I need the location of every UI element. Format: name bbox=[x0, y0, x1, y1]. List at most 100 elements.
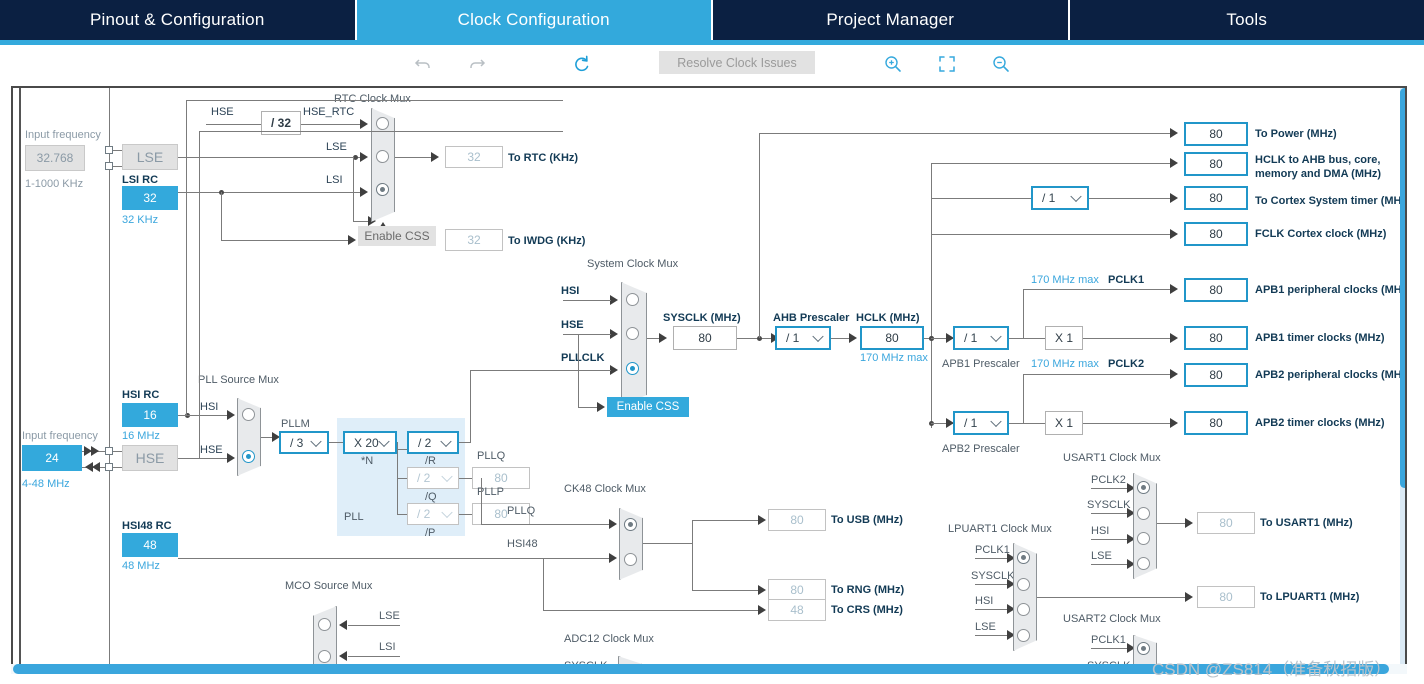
sysclk-css-branch-arrow bbox=[597, 402, 605, 412]
usart1-mux-option-pclk2[interactable] bbox=[1137, 481, 1150, 494]
to-rng-arrow bbox=[758, 585, 766, 595]
rtc-hse-wire-in bbox=[206, 124, 261, 125]
canvas-vertical-scroll-thumb[interactable] bbox=[1400, 88, 1405, 488]
usart2-mux-option-pclk1[interactable] bbox=[1137, 642, 1150, 655]
apb2-periph-value[interactable]: 80 bbox=[1184, 363, 1248, 387]
clock-tree-diagram: Input frequency 32.768 1-1000 KHz LSE LS… bbox=[13, 88, 1405, 672]
tab-clock-configuration[interactable]: Clock Configuration bbox=[356, 0, 713, 40]
to-usart1-value[interactable]: 80 bbox=[1197, 512, 1255, 534]
pllp-out-wire bbox=[459, 514, 473, 515]
lse-input-frequency-field[interactable]: 32.768 bbox=[25, 145, 85, 171]
pllr-sublabel: /R bbox=[425, 455, 436, 467]
rtc-lse-wire bbox=[178, 157, 361, 158]
lpuart1-mux-option-sysclk[interactable] bbox=[1017, 578, 1030, 591]
plln-dropdown[interactable]: X 20 bbox=[343, 431, 397, 454]
mco-mux-option-lse[interactable] bbox=[318, 618, 331, 631]
fit-to-screen-icon[interactable] bbox=[933, 50, 961, 78]
pllclk-riser bbox=[470, 370, 471, 442]
hclk-ahb-value[interactable]: 80 bbox=[1184, 152, 1248, 176]
clock-tree-canvas[interactable]: Input frequency 32.768 1-1000 KHz LSE LS… bbox=[11, 86, 1407, 674]
cortex-systimer-value[interactable]: 80 bbox=[1184, 186, 1248, 210]
hclk-value[interactable]: 80 bbox=[860, 326, 924, 350]
canvas-vertical-scrollbar[interactable] bbox=[1400, 88, 1405, 672]
pllr-dropdown[interactable]: / 2 bbox=[407, 431, 459, 454]
hsi-feed-vertical bbox=[186, 100, 187, 415]
rtc-lsi-arrow bbox=[360, 187, 368, 197]
cortex-systick-prescaler-dropdown[interactable]: / 1 bbox=[1031, 186, 1089, 210]
hsi-rc-value[interactable]: 16 bbox=[122, 403, 178, 427]
lsi-rc-title: LSI RC bbox=[122, 174, 159, 186]
redo-icon[interactable] bbox=[463, 50, 491, 78]
zoom-out-icon[interactable] bbox=[987, 50, 1015, 78]
hclk-to-fclk-wire bbox=[931, 234, 1174, 235]
pll-src-option-hsi[interactable] bbox=[242, 408, 255, 421]
rtc-mux-option-hse-rtc[interactable] bbox=[376, 117, 389, 130]
lpuart1-mux-option-pclk1[interactable] bbox=[1017, 551, 1030, 564]
hse-oscillator-box[interactable]: HSE bbox=[122, 445, 178, 471]
usart1-mux-option-hsi[interactable] bbox=[1137, 532, 1150, 545]
lpuart1-mux-option-lse[interactable] bbox=[1017, 629, 1030, 642]
fclk-value[interactable]: 80 bbox=[1184, 222, 1248, 246]
sysclk-value[interactable]: 80 bbox=[673, 326, 737, 350]
to-crs-value[interactable]: 48 bbox=[768, 599, 826, 621]
to-power-value[interactable]: 80 bbox=[1184, 122, 1248, 146]
lsi-rc-value[interactable]: 32 bbox=[122, 186, 178, 210]
pllp-dropdown[interactable]: / 2 bbox=[407, 503, 459, 525]
usart1-mux-option-lse[interactable] bbox=[1137, 557, 1150, 570]
tab-pinout-configuration[interactable]: Pinout & Configuration bbox=[0, 0, 357, 40]
hse-input-frequency-field[interactable]: 24 bbox=[22, 445, 82, 471]
sysclk-mux-option-hsi[interactable] bbox=[626, 293, 639, 306]
to-iwdg-value[interactable]: 32 bbox=[445, 229, 503, 251]
tab-project-manager[interactable]: Project Manager bbox=[713, 0, 1070, 40]
sysclk-enable-css-button[interactable]: Enable CSS bbox=[607, 397, 689, 417]
rtc-mux-option-lse[interactable] bbox=[376, 150, 389, 163]
lse-pin-top bbox=[105, 146, 113, 154]
hsi48-to-crs-wire bbox=[543, 610, 762, 611]
apb2-timer-value[interactable]: 80 bbox=[1184, 411, 1248, 435]
apb2-pclk2-riser bbox=[1023, 374, 1024, 423]
hsi48-rc-value[interactable]: 48 bbox=[122, 533, 178, 557]
apb2-pclk-label: PCLK2 bbox=[1108, 358, 1145, 370]
apb2-prescaler-out-wire bbox=[1009, 423, 1045, 424]
pll-src-option-hse[interactable] bbox=[242, 450, 255, 463]
rtc-mux-option-lsi[interactable] bbox=[376, 183, 389, 196]
ahb-prescaler-dropdown[interactable]: / 1 bbox=[775, 326, 831, 350]
rtc-enable-css-button[interactable]: Enable CSS bbox=[358, 226, 436, 246]
hse-feed-vertical bbox=[199, 131, 200, 458]
lse-oscillator-box[interactable]: LSE bbox=[122, 144, 178, 170]
to-lpuart1-value[interactable]: 80 bbox=[1197, 586, 1255, 608]
ck48-mux-option-hsi48[interactable] bbox=[624, 553, 637, 566]
apb1-prescaler-dropdown[interactable]: / 1 bbox=[953, 326, 1009, 350]
apb2-prescaler-dropdown[interactable]: / 1 bbox=[953, 411, 1009, 435]
apb2-prescaler-label: APB2 Prescaler bbox=[942, 443, 1020, 455]
undo-icon[interactable] bbox=[409, 50, 437, 78]
watermark-text: CSDN @ZS814（准备秋招版） bbox=[1152, 660, 1392, 679]
resolve-clock-issues-button[interactable]: Resolve Clock Issues bbox=[659, 51, 815, 74]
hclk-max-label: 170 MHz max bbox=[860, 352, 928, 364]
sysclk-css-branch-vertical bbox=[578, 334, 579, 407]
sysclk-mux-option-pllclk[interactable] bbox=[626, 362, 639, 375]
lpuart1-mux-option-hsi[interactable] bbox=[1017, 603, 1030, 616]
apb2-periph-arrow bbox=[1170, 369, 1178, 379]
hclk-to-cortex-wire-a bbox=[931, 198, 1031, 199]
mco-mux-option-lsi[interactable] bbox=[318, 650, 331, 663]
plln-value: X 20 bbox=[354, 435, 379, 450]
usart2-in-pclk1: PCLK1 bbox=[1091, 634, 1126, 646]
pllq-dropdown[interactable]: / 2 bbox=[407, 467, 459, 489]
pllm-to-plln-wire bbox=[329, 442, 343, 443]
sysclk-mux-pllclk-label: PLLCLK bbox=[561, 352, 605, 364]
usart1-in-pclk2: PCLK2 bbox=[1091, 474, 1126, 486]
reset-icon[interactable] bbox=[568, 50, 596, 78]
to-usb-value[interactable]: 80 bbox=[768, 509, 826, 531]
apb2-timer-wire bbox=[1083, 423, 1174, 424]
to-rtc-value[interactable]: 32 bbox=[445, 146, 503, 168]
pllm-dropdown[interactable]: / 3 bbox=[279, 431, 329, 454]
to-rng-value[interactable]: 80 bbox=[768, 579, 826, 601]
ck48-mux-option-pllq[interactable] bbox=[624, 518, 637, 531]
tab-tools[interactable]: Tools bbox=[1069, 0, 1424, 40]
apb1-periph-value[interactable]: 80 bbox=[1184, 278, 1248, 302]
sysclk-mux-option-hse[interactable] bbox=[626, 327, 639, 340]
apb1-timer-value[interactable]: 80 bbox=[1184, 326, 1248, 350]
zoom-in-icon[interactable] bbox=[879, 50, 907, 78]
usart1-mux-option-sysclk[interactable] bbox=[1137, 507, 1150, 520]
